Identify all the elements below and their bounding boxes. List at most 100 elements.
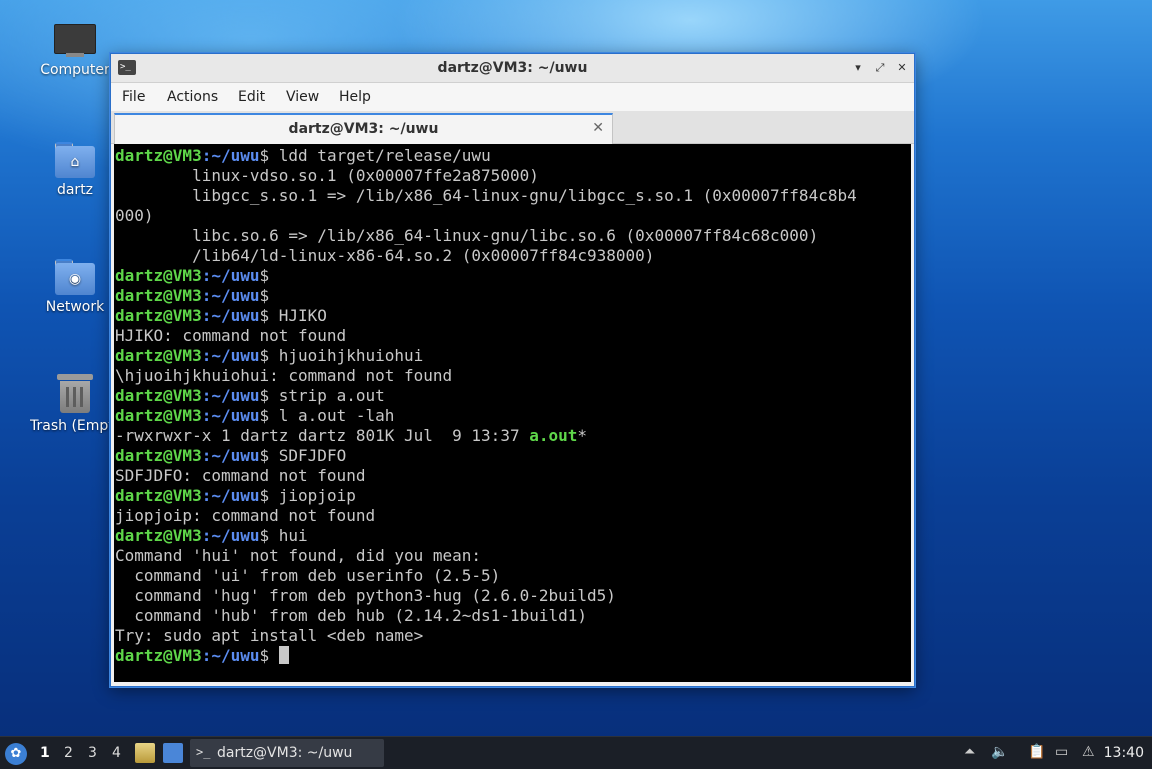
output-text: * bbox=[577, 426, 588, 445]
terminal-line: linux-vdso.so.1 (0x00007ffe2a875000) bbox=[115, 166, 539, 185]
terminal-line: -rwxrwxr-x 1 dartz dartz 801K Jul 9 13:3… bbox=[115, 426, 587, 445]
desktop-icon-home-folder[interactable]: ⌂ dartz bbox=[30, 142, 120, 198]
terminal-line: dartz@VM3:~/uwu$ hjuoihjkhuiohui bbox=[115, 346, 423, 365]
prompt-path: :~/uwu bbox=[201, 146, 260, 165]
command-text bbox=[269, 646, 279, 665]
minimize-button[interactable]: ▾ bbox=[850, 60, 866, 76]
prompt-user: dartz@VM3 bbox=[115, 146, 202, 165]
terminal-line: dartz@VM3:~/uwu$ bbox=[115, 286, 269, 305]
window-title: dartz@VM3: ~/uwu bbox=[437, 60, 588, 76]
maximize-button[interactable]: ⤢ bbox=[872, 60, 888, 76]
output-text: HJIKO: command not found bbox=[115, 326, 347, 345]
trash-icon bbox=[57, 374, 93, 414]
output-text: libc.so.6 => /lib/x86_64-linux-gnu/libc.… bbox=[115, 226, 819, 245]
terminal-window: >_ dartz@VM3: ~/uwu ▾ ⤢ ✕ File Actions E… bbox=[110, 53, 915, 687]
prompt-symbol: $ bbox=[259, 266, 270, 285]
workspace-1[interactable]: 1 bbox=[40, 745, 50, 761]
prompt-user: dartz@VM3 bbox=[115, 406, 202, 425]
prompt-user: dartz@VM3 bbox=[115, 646, 202, 665]
prompt-symbol: $ bbox=[259, 446, 270, 465]
prompt-path: :~/uwu bbox=[201, 306, 260, 325]
close-button[interactable]: ✕ bbox=[894, 60, 910, 76]
tab-bar: dartz@VM3: ~/uwu ✕ bbox=[111, 111, 914, 144]
menu-bar: File Actions Edit View Help bbox=[111, 83, 914, 111]
terminal-text: dartz@VM3:~/uwu$ ldd target/release/uwu … bbox=[114, 144, 911, 666]
menu-actions[interactable]: Actions bbox=[167, 89, 218, 105]
output-text: Try: sudo apt install <deb name> bbox=[115, 626, 424, 645]
terminal-line: SDFJDFO: command not found bbox=[115, 466, 365, 485]
command-text: strip a.out bbox=[269, 386, 385, 405]
terminal-line: dartz@VM3:~/uwu$ bbox=[115, 266, 269, 285]
command-text: HJIKO bbox=[269, 306, 327, 325]
output-text: \hjuoihjkhuiohui: command not found bbox=[115, 366, 453, 385]
desktop-icon-label: Network bbox=[45, 299, 105, 315]
prompt-symbol: $ bbox=[259, 346, 270, 365]
menu-file[interactable]: File bbox=[122, 89, 145, 105]
prompt-symbol: $ bbox=[259, 386, 270, 405]
workspace-2[interactable]: 2 bbox=[64, 745, 73, 761]
tab-terminal[interactable]: dartz@VM3: ~/uwu ✕ bbox=[114, 113, 613, 144]
terminal-line: dartz@VM3:~/uwu$ SDFJDFO bbox=[115, 446, 346, 465]
output-text: command 'hub' from deb hub (2.14.2~ds1-1… bbox=[115, 606, 588, 625]
prompt-symbol: $ bbox=[259, 286, 270, 305]
command-text: jiopjoip bbox=[269, 486, 356, 505]
text-cursor bbox=[278, 646, 289, 664]
terminal-task-icon: >_ bbox=[196, 745, 211, 759]
computer-icon bbox=[54, 24, 96, 58]
prompt-path: :~/uwu bbox=[201, 526, 260, 545]
command-text: ldd target/release/uwu bbox=[269, 146, 491, 165]
terminal-line: HJIKO: command not found bbox=[115, 326, 346, 345]
desktop-icon-label: Trash (Empty) bbox=[30, 418, 120, 434]
start-menu-button[interactable]: ✿ bbox=[5, 743, 27, 765]
prompt-path: :~/uwu bbox=[201, 486, 260, 505]
workspace-3[interactable]: 3 bbox=[88, 745, 97, 761]
prompt-user: dartz@VM3 bbox=[115, 306, 202, 325]
output-text: jiopjoip: command not found bbox=[115, 506, 376, 525]
title-bar[interactable]: >_ dartz@VM3: ~/uwu ▾ ⤢ ✕ bbox=[111, 54, 914, 83]
terminal-line: \hjuoihjkhuiohui: command not found bbox=[115, 366, 452, 385]
menu-help[interactable]: Help bbox=[339, 89, 371, 105]
update-notifier-icon[interactable]: ⚠ bbox=[1082, 744, 1095, 760]
output-text: Command 'hui' not found, did you mean: bbox=[115, 546, 482, 565]
prompt-user: dartz@VM3 bbox=[115, 446, 202, 465]
desktop-icon-label: dartz bbox=[56, 182, 94, 198]
terminal-line: libc.so.6 => /lib/x86_64-linux-gnu/libc.… bbox=[115, 226, 818, 245]
home-folder-icon: ⌂ bbox=[55, 142, 95, 178]
terminal-line: dartz@VM3:~/uwu$ strip a.out bbox=[115, 386, 385, 405]
terminal-line: dartz@VM3:~/uwu$ bbox=[115, 646, 289, 665]
show-desktop-icon[interactable] bbox=[163, 743, 183, 763]
tab-close-icon[interactable]: ✕ bbox=[592, 120, 604, 136]
output-text: command 'hug' from deb python3-hug (2.6.… bbox=[115, 586, 616, 605]
terminal-output[interactable]: dartz@VM3:~/uwu$ ldd target/release/uwu … bbox=[114, 144, 911, 682]
desktop-icon-computer[interactable]: Computer bbox=[30, 24, 120, 78]
menu-view[interactable]: View bbox=[286, 89, 319, 105]
menu-edit[interactable]: Edit bbox=[238, 89, 265, 105]
terminal-line: dartz@VM3:~/uwu$ l a.out -lah bbox=[115, 406, 394, 425]
command-text: SDFJDFO bbox=[269, 446, 347, 465]
prompt-path: :~/uwu bbox=[201, 406, 260, 425]
prompt-user: dartz@VM3 bbox=[115, 266, 202, 285]
tray-up-arrow-icon[interactable]: ⏶ bbox=[964, 744, 975, 760]
terminal-line: jiopjoip: command not found bbox=[115, 506, 375, 525]
tab-label: dartz@VM3: ~/uwu bbox=[288, 121, 439, 137]
prompt-user: dartz@VM3 bbox=[115, 486, 202, 505]
workspace-4[interactable]: 4 bbox=[112, 745, 121, 761]
prompt-path: :~/uwu bbox=[201, 346, 260, 365]
prompt-symbol: $ bbox=[259, 526, 270, 545]
prompt-path: :~/uwu bbox=[201, 266, 260, 285]
command-text: hjuoihjkhuiohui bbox=[269, 346, 424, 365]
output-text: 000) bbox=[115, 206, 154, 225]
executable-name: a.out bbox=[529, 426, 578, 445]
clipboard-icon[interactable]: 📋 bbox=[1028, 744, 1045, 760]
desktop-icon-trash[interactable]: Trash (Empty) bbox=[30, 374, 120, 434]
desktop-icon-network[interactable]: ◉ Network bbox=[30, 259, 120, 315]
prompt-user: dartz@VM3 bbox=[115, 386, 202, 405]
volume-icon[interactable]: 🔈 bbox=[991, 744, 1008, 760]
taskbar-window-button[interactable]: >_ dartz@VM3: ~/uwu bbox=[190, 739, 384, 767]
prompt-user: dartz@VM3 bbox=[115, 526, 202, 545]
clock[interactable]: 13:40 bbox=[1104, 745, 1144, 761]
terminal-line: command 'hug' from deb python3-hug (2.6.… bbox=[115, 586, 616, 605]
network-tray-icon[interactable]: ▭ bbox=[1055, 744, 1068, 760]
file-manager-launcher-icon[interactable] bbox=[135, 743, 155, 763]
terminal-line: dartz@VM3:~/uwu$ jiopjoip bbox=[115, 486, 356, 505]
